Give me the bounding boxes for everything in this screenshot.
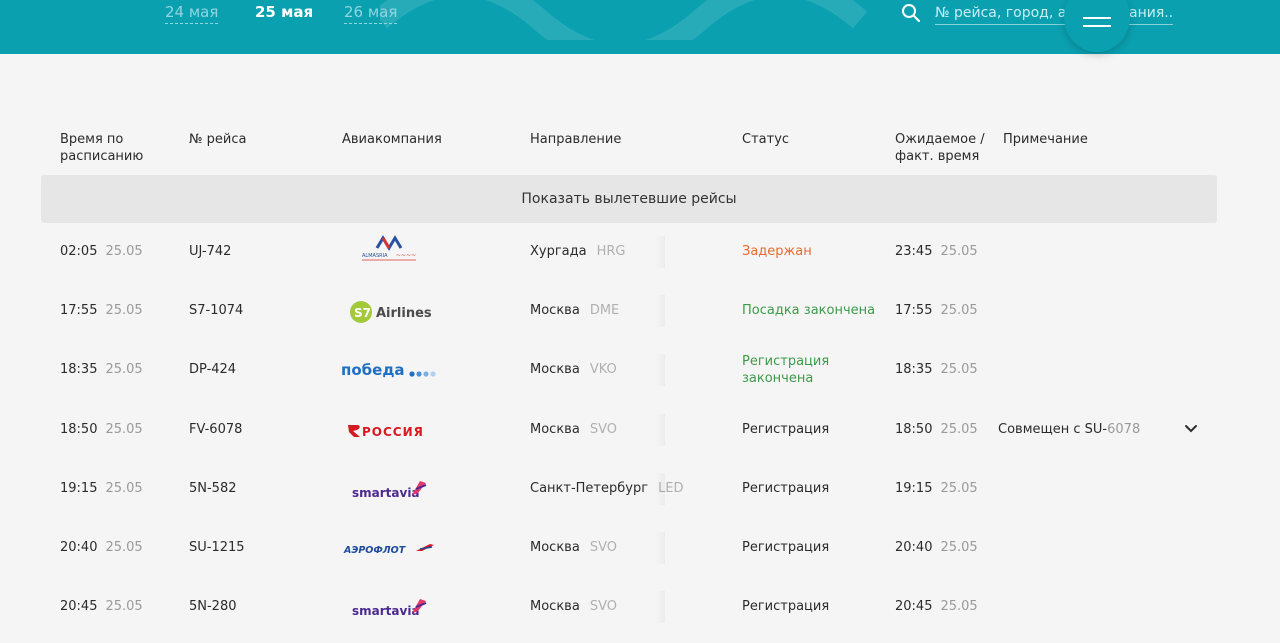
- direction: Москва SVO: [530, 540, 617, 555]
- scheduled-time: 20:40 25.05: [60, 540, 143, 555]
- expected-time: 17:55 25.05: [895, 303, 978, 318]
- rossiya-logo-icon: РОССИЯ: [348, 425, 424, 439]
- flight-status: Задержан: [742, 244, 812, 259]
- flight-status: Регистрация: [742, 422, 830, 437]
- direction: Москва SVO: [530, 422, 617, 437]
- svg-text:победа: победа: [341, 361, 405, 379]
- scheduled-time: 18:50 25.05: [60, 422, 143, 437]
- table-row[interactable]: 20:40 25.05 SU-1215 АЭРОФЛОТ Москва SVO Ре…: [0, 518, 1280, 577]
- flight-number: UJ-742: [189, 244, 232, 259]
- flight-number: DP-424: [189, 362, 237, 377]
- col-flight: № рейса: [189, 132, 247, 147]
- chevron-down-icon[interactable]: [1184, 424, 1198, 434]
- direction: Москва SVO: [530, 599, 617, 614]
- column-divider: [655, 591, 665, 623]
- expected-time: 23:45 25.05: [895, 244, 978, 259]
- expected-time: 18:50 25.05: [895, 422, 978, 437]
- flight-status: Регистрация: [742, 599, 830, 614]
- flight-status: Посадка закончена: [742, 303, 876, 318]
- flight-status: Регистрация: [742, 481, 830, 496]
- col-airline: Авиакомпания: [342, 132, 442, 147]
- table-row[interactable]: 20:45 25.05 5N-280 smartavia Москва SVO Ре…: [0, 577, 1280, 636]
- decorative-pattern: [380, 0, 868, 40]
- note: Совмещен с SU- 6078: [998, 422, 1141, 437]
- search-input[interactable]: [935, 2, 1173, 25]
- airline-logo: ALMASRIA ~~~~: [340, 222, 440, 281]
- pobeda-logo-icon: победа: [341, 361, 436, 379]
- svg-text:АЭРОФЛОТ: АЭРОФЛОТ: [343, 545, 407, 556]
- table-row[interactable]: 18:35 25.05 DP-424 победа Москва VKO Регис…: [0, 340, 1280, 399]
- col-status: Статус: [742, 132, 790, 147]
- direction: Хургада HRG: [530, 244, 626, 259]
- svg-text:smartavia: smartavia: [352, 486, 420, 500]
- show-departed-button[interactable]: Показать вылетевшие рейсы: [41, 175, 1217, 223]
- date-tab-26[interactable]: 26 мая: [344, 2, 398, 24]
- flight-status: Регистрация закончена: [742, 353, 830, 386]
- column-divider: [655, 295, 665, 327]
- flight-status: Регистрация: [742, 540, 830, 555]
- airline-logo: победа: [340, 340, 440, 399]
- aeroflot-logo-icon: АЭРОФЛОТ: [343, 544, 434, 556]
- scheduled-time: 17:55 25.05: [60, 303, 143, 318]
- scheduled-time: 19:15 25.05: [60, 481, 143, 496]
- svg-text:~~~~: ~~~~: [396, 252, 416, 259]
- expected-time: 20:40 25.05: [895, 540, 978, 555]
- airline-logo: smartavia: [340, 577, 440, 636]
- hamburger-icon: [1083, 17, 1111, 19]
- airline-logo: РОССИЯ: [340, 400, 440, 459]
- flight-number: 5N-582: [189, 481, 237, 496]
- smartavia-logo-icon: smartavia: [352, 599, 427, 618]
- smartavia-logo-icon: smartavia: [352, 481, 427, 500]
- direction: Москва VKO: [530, 362, 617, 377]
- almasria-logo-icon: ALMASRIA ~~~~: [362, 235, 416, 261]
- column-divider: [655, 414, 665, 446]
- table-row[interactable]: 02:05 25.05 UJ-742 ALMASRIA ~~~~ Хургада H…: [0, 222, 1280, 281]
- scheduled-time: 20:45 25.05: [60, 599, 143, 614]
- airline-logo: АЭРОФЛОТ: [340, 518, 440, 577]
- expected-time: 19:15 25.05: [895, 481, 978, 496]
- table-row[interactable]: 17:55 25.05 S7-1074 S7 Airlines Москва DME…: [0, 281, 1280, 340]
- scheduled-time: 18:35 25.05: [60, 362, 143, 377]
- svg-text:РОССИЯ: РОССИЯ: [362, 425, 424, 439]
- date-tab-25[interactable]: 25 мая: [255, 2, 313, 23]
- hamburger-icon-line: [1083, 25, 1111, 27]
- col-direction: Направление: [530, 132, 622, 147]
- col-scheduled: Время по расписанию: [60, 132, 144, 164]
- svg-text:Airlines: Airlines: [376, 306, 432, 321]
- table-row[interactable]: 19:15 25.05 5N-582 smartavia Санкт-Петерб…: [0, 459, 1280, 518]
- svg-text:smartavia: smartavia: [352, 604, 420, 618]
- column-divider: [655, 236, 665, 268]
- table-row[interactable]: 18:50 25.05 FV-6078 РОССИЯ Москва SVO Реги…: [0, 400, 1280, 459]
- column-divider: [655, 473, 665, 505]
- flight-number: FV-6078: [189, 422, 243, 437]
- date-tab-24[interactable]: 24 мая: [165, 2, 219, 24]
- svg-text:S7: S7: [354, 306, 371, 320]
- flight-number: SU-1215: [189, 540, 245, 555]
- flight-number: S7-1074: [189, 303, 244, 318]
- svg-text:ALMASRIA: ALMASRIA: [362, 253, 388, 259]
- column-divider: [655, 532, 665, 564]
- s7-logo-icon: S7 Airlines: [350, 301, 432, 323]
- expected-time: 20:45 25.05: [895, 599, 978, 614]
- direction: Москва DME: [530, 303, 620, 318]
- col-expected: Ожидаемое / факт. время: [895, 132, 985, 164]
- col-note: Примечание: [1003, 132, 1088, 147]
- column-divider: [655, 354, 665, 386]
- scheduled-time: 02:05 25.05: [60, 244, 143, 259]
- search-icon[interactable]: [901, 3, 921, 23]
- expected-time: 18:35 25.05: [895, 362, 978, 377]
- airline-logo: S7 Airlines: [340, 281, 440, 340]
- flight-number: 5N-280: [189, 599, 237, 614]
- airline-logo: smartavia: [340, 459, 440, 518]
